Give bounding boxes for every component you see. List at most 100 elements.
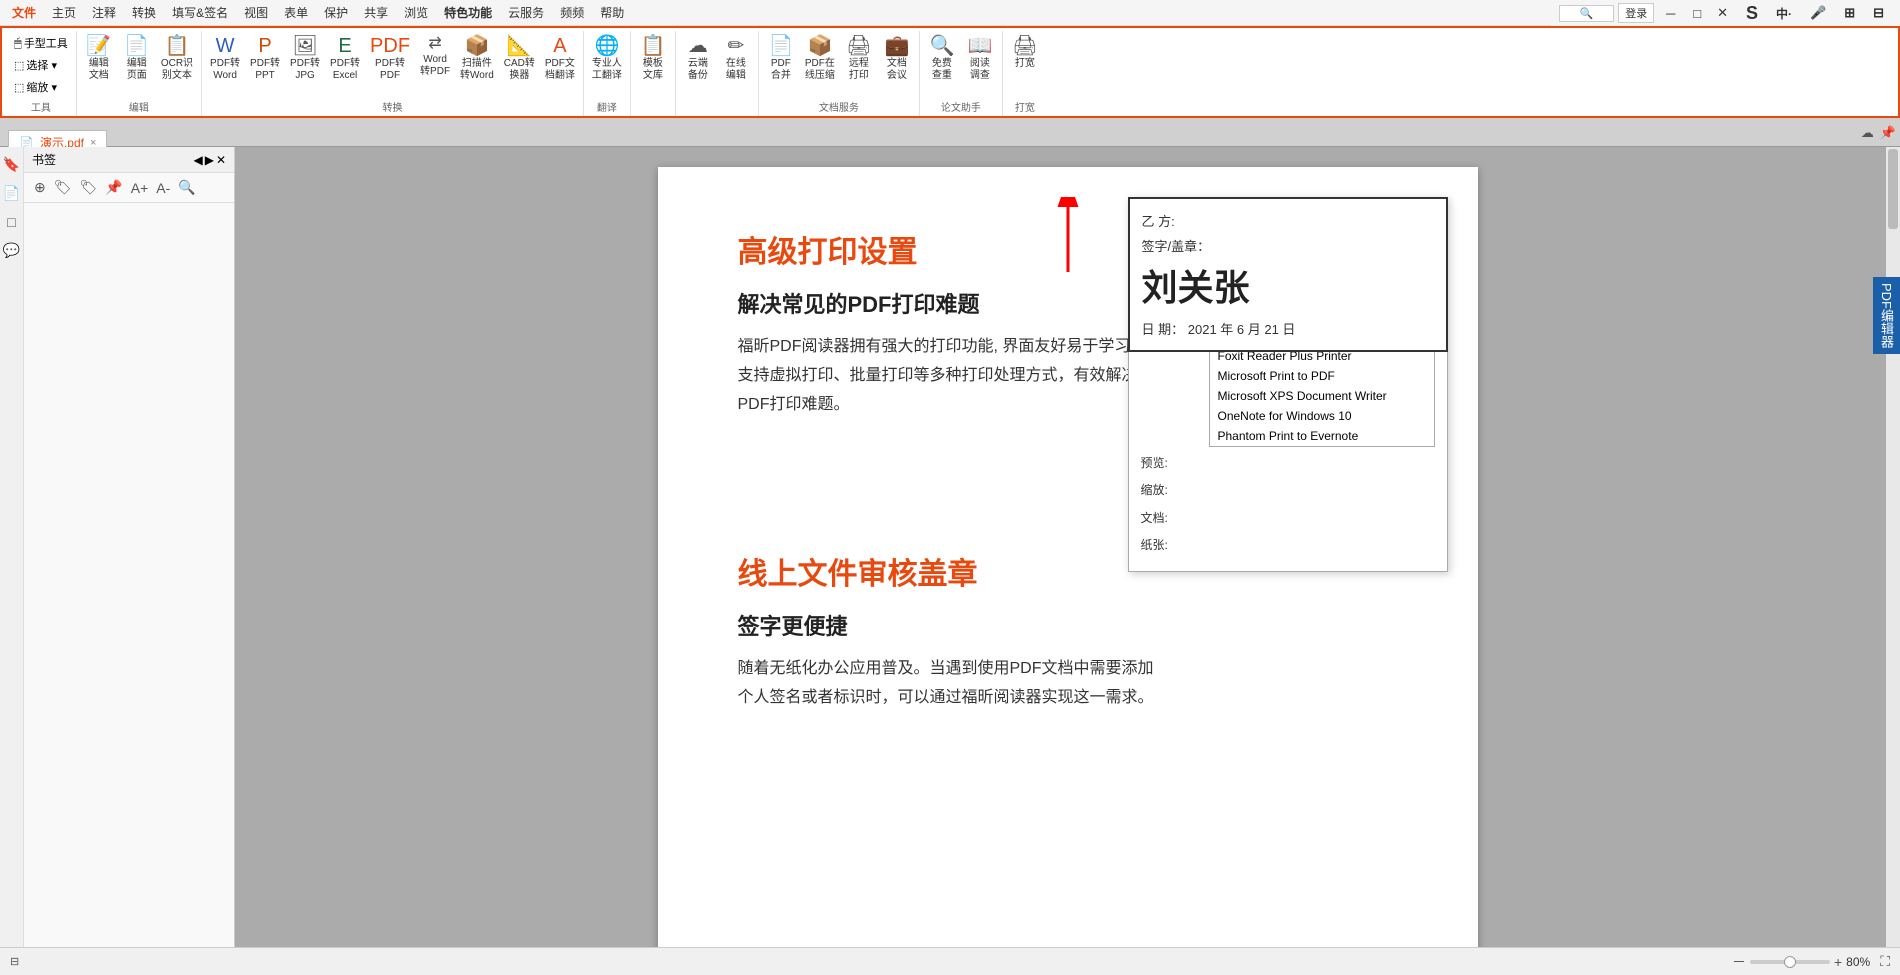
pdf-to-excel-button[interactable]: E PDF转Excel [326, 33, 364, 84]
menu-item-home[interactable]: 主页 [44, 2, 84, 23]
hand-tool-button[interactable]: 🖱 手型工具 [10, 33, 72, 53]
zoom-slider-thumb[interactable] [1784, 956, 1796, 968]
panel-collapse-icon[interactable]: ▶ [205, 153, 214, 167]
pdf-compress-button[interactable]: 📦 PDF在线压缩 [801, 33, 839, 84]
print-preview-label: 预览: [1141, 453, 1201, 475]
plagiarism-check-button[interactable]: 🔍 免费查重 [924, 33, 960, 84]
bookmark-add-icon[interactable]: ⊕ [32, 177, 48, 198]
menu-item-protect[interactable]: 保护 [316, 2, 356, 23]
word-to-pdf-button[interactable]: ⇄ Word转PDF [416, 33, 454, 80]
edit-page-button[interactable]: 📄 编辑页面 [119, 33, 155, 84]
print-wide-button[interactable]: 🖨 打宽 [1007, 33, 1043, 72]
print-paper-label: 纸张: [1141, 535, 1201, 557]
expand-view-button[interactable]: ⛶ [1880, 953, 1890, 970]
menu-item-view[interactable]: 视图 [236, 2, 276, 23]
pdf-merge-button[interactable]: 📄 PDF合并 [763, 33, 799, 84]
panel-close-icon[interactable]: ✕ [216, 153, 226, 167]
print-zoom-row: 缩放: [1141, 480, 1435, 502]
pdf-jpg-label: PDF转JPG [290, 58, 320, 82]
print-wide-label: 打宽 [1015, 58, 1035, 70]
pdf-to-pdf-button[interactable]: PDF PDF转PDF [366, 33, 414, 84]
scroll-container[interactable]: 高级打印设置 解决常见的PDF打印难题 福昕PDF阅读器拥有强大的打印功能, 界… [235, 147, 1900, 965]
menu-item-channel[interactable]: 频频 [552, 2, 592, 23]
select-tool-button[interactable]: ⬚ 选择 ▾ [10, 55, 72, 75]
template-library-button[interactable]: 📋 模板文库 [635, 33, 671, 84]
zoom-slider[interactable] [1750, 960, 1830, 964]
printer-onenote[interactable]: OneNote for Windows 10 [1210, 406, 1434, 426]
scan-to-word-button[interactable]: 📦 扫描件转Word [456, 33, 498, 84]
signature-name: 刘关张 [1142, 259, 1434, 311]
mic-icon[interactable]: 🎤 [1802, 3, 1834, 23]
compress-icon: 📦 [807, 36, 832, 56]
section-signature: 线上文件审核盖章 签字更便捷 随着无纸化办公应用普及。当遇到使用PDF文档中需要… [738, 549, 1398, 743]
comments-panel-icon[interactable]: 💬 [0, 239, 23, 262]
signature-party-label: 乙 方: [1142, 211, 1434, 230]
menu-item-sign[interactable]: 填写&签名 [164, 2, 236, 23]
menu-item-convert[interactable]: 转换 [124, 2, 164, 23]
pin-icon[interactable]: 📌 [1880, 125, 1896, 141]
pdf-translate-button[interactable]: A PDF文档翻译 [541, 33, 579, 84]
panel-expand-icon[interactable]: ◀ [193, 153, 202, 167]
pdf-editor-panel-label[interactable]: PDF编辑器 [1873, 277, 1900, 354]
translate-label: PDF文档翻译 [545, 58, 575, 82]
bookmark-tag3-icon[interactable]: 📌 [103, 177, 124, 198]
window-max[interactable]: □ [1687, 6, 1707, 21]
bookmark-search-icon[interactable]: 🔍 [176, 177, 197, 198]
printer-ms-pdf[interactable]: Microsoft Print to PDF [1210, 366, 1434, 386]
menu-item-help[interactable]: 帮助 [592, 2, 632, 23]
font-decrease-icon[interactable]: A- [154, 178, 172, 198]
pro-translate-button[interactable]: 🌐 专业人工翻译 [588, 33, 626, 84]
assistant-group-label: 论文助手 [924, 97, 998, 114]
ribbon-group-convert: W PDF转Word P PDF转PPT 🖼 PDF转JPG E PDF转Exc… [202, 31, 584, 116]
window-close[interactable]: ✕ [1711, 5, 1734, 21]
pdf-to-ppt-button[interactable]: P PDF转PPT [246, 33, 284, 84]
edit-doc-button[interactable]: 📝 编辑文档 [81, 33, 117, 84]
remote-print-button[interactable]: 🖨 远程打印 [841, 33, 877, 84]
ocr-button[interactable]: 📋 OCR识别文本 [157, 33, 197, 84]
login-button[interactable]: 登录 [1618, 3, 1654, 23]
zoom-plus-button[interactable]: + [1834, 954, 1842, 970]
printer-ms-xps[interactable]: Microsoft XPS Document Writer [1210, 386, 1434, 406]
cloud-sync-icon[interactable]: ☁ [1861, 125, 1874, 141]
merge-icon: 📄 [768, 36, 793, 56]
meeting-label: 文档会议 [887, 58, 907, 82]
cad-converter-button[interactable]: 📐 CAD转换器 [500, 33, 539, 84]
thumbnail-panel-icon[interactable]: 📄 [0, 182, 23, 205]
bookmark-tag2-icon[interactable]: 🏷 [78, 177, 100, 198]
menu-item-browse[interactable]: 浏览 [396, 2, 436, 23]
zoom-tool-button[interactable]: ⬚ 缩放 ▾ [10, 77, 72, 97]
convert-group-label: 转换 [206, 97, 579, 114]
zoom-minus-button[interactable]: － [1732, 952, 1746, 972]
pdf-pdf-label: PDF转PDF [375, 58, 405, 82]
scrollbar-thumb[interactable] [1888, 149, 1898, 229]
ocr-label: OCR识别文本 [161, 58, 193, 82]
panel-toolbar: ⊕ 🏷 🏷 📌 A+ A- 🔍 [24, 173, 234, 203]
word-pdf-icon: ⇄ [428, 36, 441, 52]
cloud-backup-button[interactable]: ☁ 云端备份 [680, 33, 716, 84]
grid-icon[interactable]: ⊞ [1836, 3, 1863, 23]
printer-phantom-evernote[interactable]: Phantom Print to Evernote [1210, 426, 1434, 446]
doc-meeting-button[interactable]: 💼 文档会议 [879, 33, 915, 84]
menu-item-file[interactable]: 文件 [4, 2, 44, 23]
online-edit-button[interactable]: ✏ 在线编辑 [718, 33, 754, 84]
edit-page-label: 编辑页面 [127, 58, 147, 82]
window-min[interactable]: － [1658, 4, 1683, 23]
vertical-scrollbar[interactable] [1886, 147, 1900, 965]
pdf-to-word-button[interactable]: W PDF转Word [206, 33, 244, 84]
bookmark-tag-icon[interactable]: 🏷 [52, 177, 74, 198]
menu-item-form[interactable]: 表单 [276, 2, 316, 23]
pdf-to-jpg-button[interactable]: 🖼 PDF转JPG [286, 33, 324, 84]
menu-item-cloud[interactable]: 云服务 [500, 2, 552, 23]
section-signature-text: 线上文件审核盖章 签字更便捷 随着无纸化办公应用普及。当遇到使用PDF文档中需要… [738, 549, 1158, 743]
cad-icon: 📐 [507, 36, 532, 56]
menu-item-annotate[interactable]: 注释 [84, 2, 124, 23]
reading-survey-button[interactable]: 📖 阅读调查 [962, 33, 998, 84]
layers-panel-icon[interactable]: □ [4, 211, 18, 233]
menu-item-special[interactable]: 特色功能 [436, 2, 500, 23]
minus-grid-icon[interactable]: ⊟ [1865, 3, 1892, 23]
scan-icon: 📦 [464, 36, 489, 56]
bookmark-panel-icon[interactable]: 🔖 [0, 153, 23, 176]
menu-item-share[interactable]: 共享 [356, 2, 396, 23]
font-increase-icon[interactable]: A+ [129, 178, 151, 198]
search-box[interactable]: 🔍 [1559, 5, 1615, 22]
